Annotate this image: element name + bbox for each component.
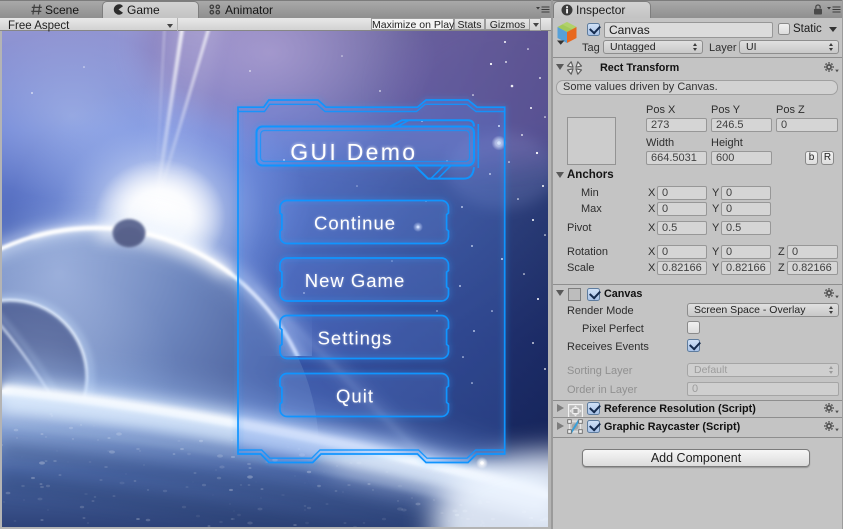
svg-text:Settings: Settings xyxy=(318,328,393,349)
svg-text:Quit: Quit xyxy=(336,386,374,407)
svg-text:Continue: Continue xyxy=(314,213,396,234)
svg-text:New Game: New Game xyxy=(305,270,406,291)
svg-text:GUI Demo: GUI Demo xyxy=(290,139,417,165)
